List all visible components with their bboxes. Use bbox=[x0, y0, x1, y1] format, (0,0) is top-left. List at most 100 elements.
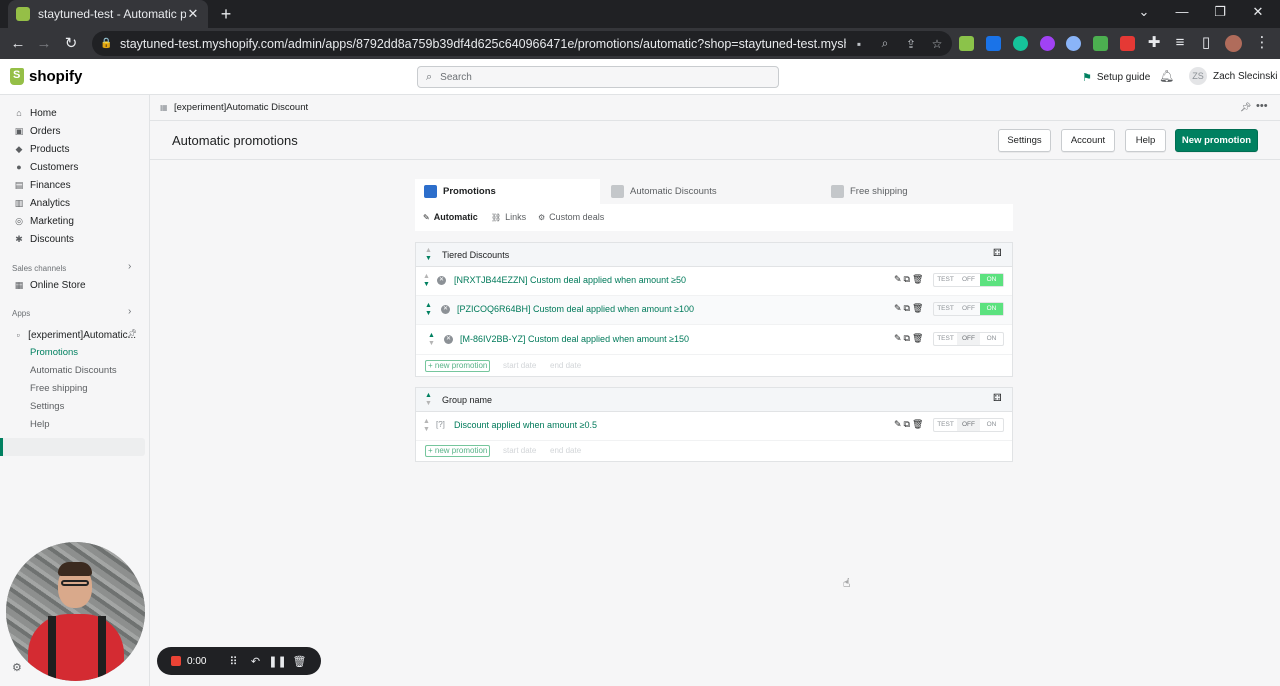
sidebar-subitem-free-shipping[interactable]: Free shipping bbox=[30, 383, 88, 397]
sidebar-item-finances[interactable]: ▤ Finances bbox=[14, 177, 71, 193]
new-promotion-link[interactable]: + new promotion bbox=[425, 445, 491, 457]
back-icon[interactable]: ← bbox=[8, 34, 28, 54]
toggle-test[interactable]: TEST bbox=[934, 303, 957, 315]
reorder-arrows-icon[interactable]: ▲ ▼ bbox=[423, 418, 430, 434]
extension-evernote-icon[interactable] bbox=[959, 36, 974, 51]
tab-promotions[interactable]: Promotions bbox=[415, 179, 600, 204]
tab-search-icon[interactable]: ⌄ bbox=[1134, 4, 1154, 20]
user-name[interactable]: Zach Slecinski bbox=[1213, 71, 1277, 82]
new-tab-button[interactable]: + bbox=[216, 4, 236, 24]
toggle-test[interactable]: TEST bbox=[934, 274, 957, 286]
toggle-on[interactable]: ON bbox=[980, 303, 1003, 315]
state-toggle[interactable]: TEST OFF ON bbox=[933, 273, 1004, 287]
close-window-icon[interactable]: ✕ bbox=[1248, 4, 1268, 20]
sidebar-item-online-store[interactable]: ▦ Online Store bbox=[14, 277, 86, 293]
duplicate-icon[interactable]: ⧉ bbox=[904, 274, 912, 284]
group-reorder-icon[interactable]: ▲ ▼ bbox=[425, 247, 432, 263]
group-settings-icon[interactable]: ⚃ bbox=[993, 393, 1002, 404]
sidebar-subitem-promotions[interactable]: Promotions bbox=[30, 347, 78, 361]
group-reorder-icon[interactable]: ▲ ▼ bbox=[425, 392, 432, 408]
help-button[interactable]: Help bbox=[1125, 129, 1166, 152]
end-date-field[interactable]: end date bbox=[550, 361, 581, 370]
promotion-link[interactable]: [M-86IV2BB-YZ] Custom deal applied when … bbox=[460, 334, 689, 344]
start-date-field[interactable]: start date bbox=[503, 361, 536, 370]
promotion-row[interactable]: ▲ ▼ ✕ [PZICOQ6R64BH] Custom deal applied … bbox=[416, 296, 1012, 325]
notifications-bell-icon[interactable]: 🔔︎ bbox=[1159, 69, 1174, 83]
pin-icon[interactable]: 📌︎ bbox=[1240, 102, 1251, 113]
state-toggle[interactable]: TEST OFF ON bbox=[933, 418, 1004, 432]
delete-recording-icon[interactable]: 🗑︎ bbox=[288, 655, 310, 668]
extension-color-icon[interactable] bbox=[1040, 36, 1055, 51]
group-name[interactable]: Group name bbox=[442, 395, 492, 405]
end-date-field[interactable]: end date bbox=[550, 446, 581, 455]
duplicate-icon[interactable]: ⧉ bbox=[904, 419, 912, 429]
more-icon[interactable]: ••• bbox=[1256, 100, 1268, 112]
reorder-arrows-icon[interactable]: ▲ ▼ bbox=[425, 302, 432, 318]
sidebar-item-customers[interactable]: ● Customers bbox=[14, 159, 78, 175]
extension-sheet-icon[interactable] bbox=[1093, 36, 1108, 51]
extension-grammarly-icon[interactable] bbox=[1013, 36, 1028, 51]
search-input[interactable]: ⌕ Search bbox=[417, 66, 779, 88]
webcam-overlay[interactable] bbox=[6, 542, 145, 681]
tab-free-shipping[interactable]: Free shipping bbox=[831, 179, 1011, 204]
user-avatar[interactable]: ZS bbox=[1189, 67, 1207, 85]
setup-guide-button[interactable]: ⚑ Setup guide bbox=[1082, 71, 1150, 84]
delete-icon[interactable]: 🗑︎ bbox=[912, 333, 925, 343]
share-icon[interactable]: ⇪ bbox=[898, 37, 924, 51]
promotion-row[interactable]: ▲ ▼ ✕ [M-86IV2BB-YZ] Custom deal applied … bbox=[416, 326, 1012, 355]
drag-handle-icon[interactable]: ⠿ bbox=[222, 655, 244, 668]
toggle-test[interactable]: TEST bbox=[934, 333, 957, 345]
promotion-link[interactable]: [NRXTJB44EZZN] Custom deal applied when … bbox=[454, 275, 686, 285]
stop-recording-button[interactable] bbox=[171, 656, 181, 666]
browser-menu-icon[interactable]: ⋮ bbox=[1252, 33, 1272, 53]
start-date-field[interactable]: start date bbox=[503, 446, 536, 455]
toggle-on[interactable]: ON bbox=[980, 419, 1003, 431]
sidebar-item-orders[interactable]: ▣ Orders bbox=[14, 123, 61, 139]
edit-icon[interactable]: ✎ bbox=[894, 333, 904, 343]
extension-bitwarden-icon[interactable] bbox=[986, 36, 1001, 51]
reload-icon[interactable]: ↻ bbox=[61, 34, 81, 54]
undo-icon[interactable]: ↶ bbox=[244, 655, 266, 668]
sidebar-item-discounts[interactable]: ✱ Discounts bbox=[14, 231, 74, 247]
reorder-arrows-icon[interactable]: ▲ ▼ bbox=[423, 273, 430, 289]
pin-icon[interactable]: 📌︎ bbox=[127, 329, 137, 338]
toggle-off[interactable]: OFF bbox=[957, 303, 980, 315]
edit-icon[interactable]: ✎ bbox=[894, 419, 904, 429]
sidebar-subitem-settings[interactable]: Settings bbox=[30, 401, 64, 415]
account-button[interactable]: Account bbox=[1061, 129, 1115, 152]
subtab-custom-deals[interactable]: ⚙ Custom deals bbox=[538, 212, 604, 222]
close-tab-icon[interactable]: ✕ bbox=[186, 6, 200, 22]
browser-tab[interactable]: staytuned-test - Automatic prom ✕ bbox=[8, 0, 208, 28]
subtab-automatic[interactable]: ✎ Automatic bbox=[423, 212, 478, 222]
address-bar[interactable]: 🔒 staytuned-test.myshopify.com/admin/app… bbox=[92, 31, 952, 56]
zoom-icon[interactable]: ⌕ bbox=[872, 36, 898, 51]
reading-list-icon[interactable]: ≡ bbox=[1170, 33, 1190, 53]
toggle-off[interactable]: OFF bbox=[957, 419, 980, 431]
settings-button[interactable]: Settings bbox=[998, 129, 1051, 152]
delete-icon[interactable]: 🗑︎ bbox=[912, 303, 925, 313]
forward-icon[interactable]: → bbox=[34, 34, 54, 54]
extension-red-icon[interactable] bbox=[1120, 36, 1135, 51]
edit-icon[interactable]: ✎ bbox=[894, 274, 904, 284]
promotion-link[interactable]: [PZICOQ6R64BH] Custom deal applied when … bbox=[457, 304, 694, 314]
sidebar-item-analytics[interactable]: ▥ Analytics bbox=[14, 195, 70, 211]
duplicate-icon[interactable]: ⧉ bbox=[904, 333, 912, 343]
edit-icon[interactable]: ✎ bbox=[894, 303, 904, 313]
group-name[interactable]: Tiered Discounts bbox=[442, 250, 509, 260]
new-promotion-button[interactable]: New promotion bbox=[1175, 129, 1258, 152]
group-settings-icon[interactable]: ⚃ bbox=[993, 248, 1002, 259]
promotion-link[interactable]: Discount applied when amount ≥0.5 bbox=[454, 420, 597, 430]
sidebar-item-home[interactable]: ⌂ Home bbox=[14, 105, 56, 121]
reorder-arrows-icon[interactable]: ▲ ▼ bbox=[428, 332, 435, 348]
subtab-links[interactable]: ⛓ Links bbox=[491, 212, 526, 222]
extension-globe-icon[interactable] bbox=[1066, 36, 1081, 51]
delete-icon[interactable]: 🗑︎ bbox=[912, 274, 925, 284]
toggle-on[interactable]: ON bbox=[980, 333, 1003, 345]
delete-icon[interactable]: 🗑︎ bbox=[912, 419, 925, 429]
toggle-on[interactable]: ON bbox=[980, 274, 1003, 286]
promotion-row[interactable]: ▲ ▼ ✕ [NRXTJB44EZZN] Custom deal applied … bbox=[416, 267, 1012, 296]
sidebar-item-app[interactable]: ▫ [experiment]Automatic... bbox=[14, 327, 136, 343]
duplicate-icon[interactable]: ⧉ bbox=[904, 303, 912, 313]
minimize-icon[interactable]: — bbox=[1172, 4, 1192, 19]
state-toggle[interactable]: TEST OFF ON bbox=[933, 302, 1004, 316]
